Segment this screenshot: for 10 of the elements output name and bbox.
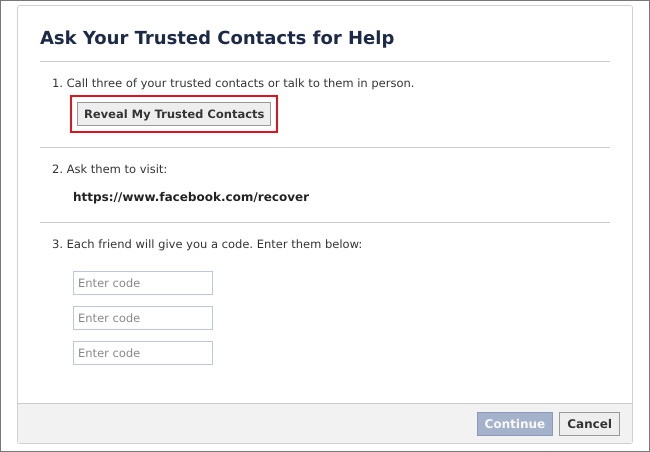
cancel-button[interactable]: Cancel [559,412,620,436]
recover-url: https://www.facebook.com/recover [73,190,310,204]
step-text: 2. Ask them to visit: [52,162,168,176]
dialog-title: Ask Your Trusted Contacts for Help [40,28,610,62]
reveal-contacts-button[interactable]: Reveal My Trusted Contacts [77,102,272,126]
step-text: 1. Call three of your trusted contacts or talk to them in person. [52,76,416,90]
step-text: 3. Each friend will give you a code. Enter them below: [52,237,364,251]
code-input[interactable]: Enter code [73,306,213,330]
code-input[interactable]: Enter code [73,271,213,295]
code-input[interactable]: Enter code [73,341,213,365]
